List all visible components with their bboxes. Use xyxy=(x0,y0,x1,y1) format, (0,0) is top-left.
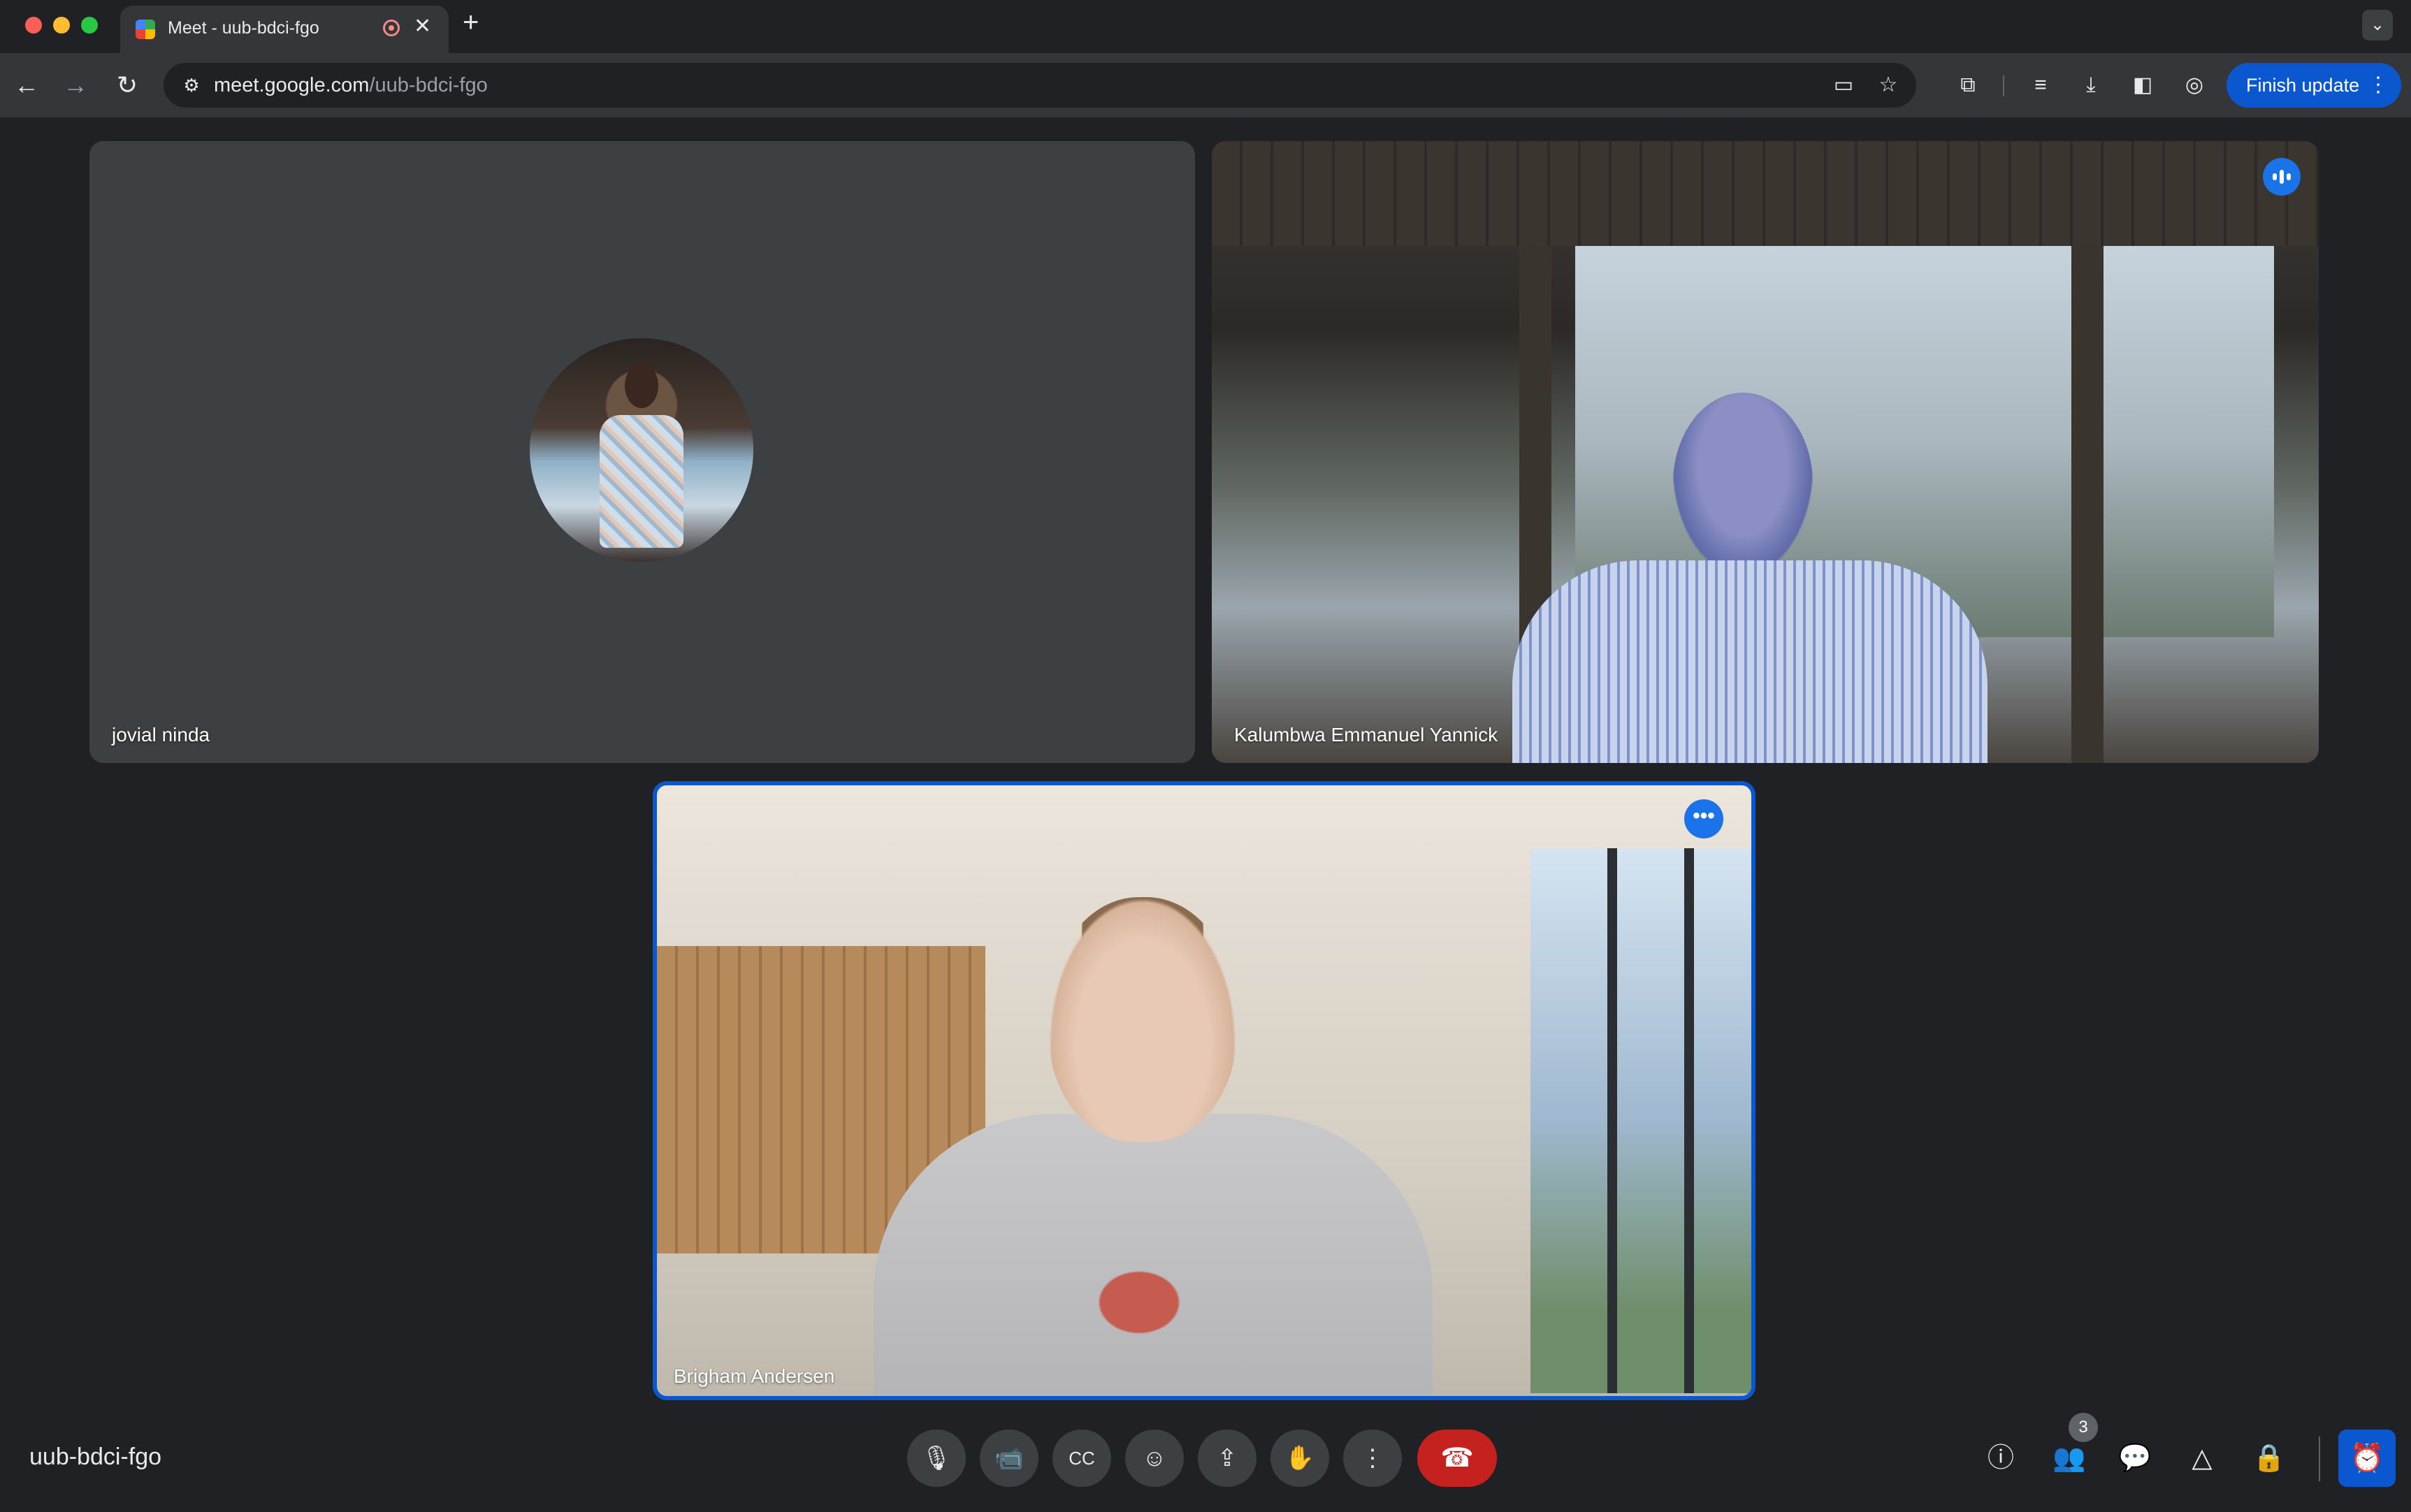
participant-tile-3-pinned[interactable]: ••• Brigham Andersen xyxy=(653,781,1755,1400)
tile-more-options-icon[interactable]: ••• xyxy=(1684,799,1723,838)
leave-call-button[interactable]: ☎ xyxy=(1417,1430,1497,1487)
present-screen-button[interactable]: ⇪ xyxy=(1198,1430,1257,1487)
toolbar-divider xyxy=(2003,75,2004,96)
url-text: meet.google.com/uub-bdci-fgo xyxy=(214,74,488,97)
camera-in-use-icon[interactable]: ▭ xyxy=(1828,70,1859,101)
recording-indicator-icon xyxy=(383,20,400,36)
bottom-bar-divider xyxy=(2319,1437,2320,1481)
window-frame xyxy=(1684,848,1694,1393)
participant-video-head xyxy=(1048,897,1237,1142)
timer-alarm-button[interactable]: ⏰ xyxy=(2338,1430,2396,1487)
hoodie-print xyxy=(1048,1233,1230,1372)
reactions-button[interactable]: ☺ xyxy=(1125,1430,1184,1487)
url-path: /uub-bdci-fgo xyxy=(369,74,488,96)
new-tab-button[interactable]: + xyxy=(463,7,479,38)
side-panel-icon[interactable]: ◧ xyxy=(2126,68,2159,102)
mic-toggle-button[interactable]: 🎙 xyxy=(907,1430,966,1487)
bookmark-star-icon[interactable]: ☆ xyxy=(1873,70,1904,101)
browser-toolbar: ← → ↻ ⚙ meet.google.com/uub-bdci-fgo ▭ ☆… xyxy=(0,53,2411,117)
browser-tab-meet[interactable]: Meet - uub-bdci-fgo ✕ xyxy=(120,6,449,53)
participant-name: Kalumbwa Emmanuel Yannick xyxy=(1234,724,1498,746)
incognito-profile-icon[interactable]: ◎ xyxy=(2178,68,2211,102)
participant-name: jovial ninda xyxy=(112,724,210,746)
extensions-icon[interactable]: ⧉ xyxy=(1951,68,1985,102)
raise-hand-button[interactable]: ✋ xyxy=(1270,1430,1329,1487)
activities-icon[interactable]: △ xyxy=(2179,1435,2225,1481)
window-frame xyxy=(1607,848,1617,1393)
camera-toggle-button[interactable]: 📹 xyxy=(980,1430,1038,1487)
more-options-button[interactable]: ⋮ xyxy=(1343,1430,1402,1487)
captions-button[interactable]: CC xyxy=(1052,1430,1111,1487)
browser-tabstrip: Meet - uub-bdci-fgo ✕ + ⌄ xyxy=(0,0,2411,53)
downloads-icon[interactable]: ⤓ xyxy=(2074,68,2108,102)
chat-icon[interactable]: 💬 xyxy=(2112,1435,2158,1481)
people-count-badge: 3 xyxy=(2069,1413,2098,1442)
chrome-menu-icon[interactable]: ⋮ xyxy=(2368,63,2389,108)
finish-update-button[interactable]: Finish update ⋮ xyxy=(2227,63,2401,108)
participant-name: Brigham Andersen xyxy=(674,1365,835,1387)
tab-close-icon[interactable]: ✕ xyxy=(414,14,431,38)
video-background-window xyxy=(1530,848,1751,1393)
video-background-post xyxy=(2071,246,2104,763)
people-icon[interactable]: 👥 xyxy=(2046,1435,2092,1481)
avatar xyxy=(530,338,753,562)
tab-search-button[interactable]: ⌄ xyxy=(2362,10,2393,41)
avatar-shirt xyxy=(600,415,683,548)
speaking-indicator-icon xyxy=(2263,158,2301,196)
participant-tile-2[interactable]: Kalumbwa Emmanuel Yannick xyxy=(1212,141,2319,763)
address-bar[interactable]: ⚙ meet.google.com/uub-bdci-fgo ▭ ☆ xyxy=(164,63,1916,108)
tab-title: Meet - uub-bdci-fgo xyxy=(168,18,319,38)
site-settings-icon[interactable]: ⚙ xyxy=(179,73,204,98)
forward-icon[interactable]: → xyxy=(59,68,92,102)
window-maximize-button[interactable] xyxy=(81,17,98,34)
video-background-roof xyxy=(1212,141,2319,246)
window-minimize-button[interactable] xyxy=(53,17,70,34)
participant-video-body xyxy=(1512,560,1988,763)
back-icon[interactable]: ← xyxy=(10,68,43,102)
participant-tile-1[interactable]: jovial ninda xyxy=(89,141,1195,763)
meeting-code: uub-bdci-fgo xyxy=(29,1444,162,1470)
url-host: meet.google.com xyxy=(214,74,370,96)
finish-update-label: Finish update xyxy=(2246,75,2360,96)
host-controls-icon[interactable]: 🔒 xyxy=(2246,1435,2292,1481)
participant-video-head xyxy=(1673,393,1813,574)
meeting-details-icon[interactable]: ⓘ xyxy=(1978,1435,2024,1481)
avatar-head xyxy=(625,363,658,408)
window-close-button[interactable] xyxy=(25,17,42,34)
reload-icon[interactable]: ↻ xyxy=(110,68,144,102)
meet-favicon-icon xyxy=(136,20,155,39)
media-controls-icon[interactable]: ≡ xyxy=(2024,68,2057,102)
